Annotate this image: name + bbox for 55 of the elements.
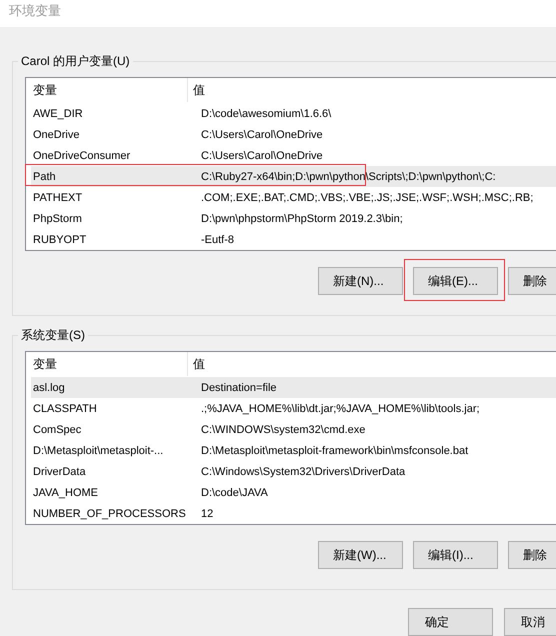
variable-value: D:\pwn\phpstorm\PhpStorm 2019.2.3\bin;	[200, 212, 403, 224]
variable-value: -Eutf-8	[200, 234, 234, 246]
table-row[interactable]: asl.log Destination=file	[31, 377, 556, 398]
variable-name: CLASSPATH	[32, 402, 98, 414]
variable-value: D:\Metasploit\metasploit-framework\bin\msfconsole.bat	[200, 444, 468, 456]
dialog-button[interactable]: 编辑(E)...	[413, 267, 498, 295]
dialog-button[interactable]: 删除	[508, 267, 556, 295]
column-header[interactable]: 值	[188, 356, 205, 372]
dialog-button[interactable]: 取消	[504, 608, 556, 636]
table-row[interactable]: PhpStorm D:\pwn\phpstorm\PhpStorm 2019.2.3\bin;	[31, 208, 556, 229]
variable-name: JAVA_HOME	[32, 486, 99, 498]
variable-name: PhpStorm	[32, 212, 83, 224]
variable-value: C:\Windows\System32\Drivers\DriverData	[200, 466, 406, 478]
window-title: 环境变量	[0, 0, 556, 27]
column-header[interactable]: 变量	[26, 78, 188, 102]
variable-name: AWE_DIR	[32, 108, 84, 120]
variable-name: OneDriveConsumer	[32, 150, 132, 162]
variable-name: NUMBER_OF_PROCESSORS	[32, 508, 187, 520]
variable-value: Destination=file	[200, 382, 277, 394]
variable-name: asl.log	[32, 382, 66, 394]
variable-name: OneDrive	[32, 128, 80, 140]
variable-name: D:\Metasploit\metasploit-...	[32, 444, 164, 456]
table-row[interactable]: OneDriveConsumer C:\Users\Carol\OneDrive	[31, 145, 556, 166]
table-row[interactable]: OneDrive C:\Users\Carol\OneDrive	[31, 124, 556, 145]
variable-name: ComSpec	[32, 424, 82, 436]
table-row[interactable]: D:\Metasploit\metasploit-... D:\Metasploit\metasploit-framework\bin\msfconsole.bat	[31, 440, 556, 461]
variable-value: .COM;.EXE;.BAT;.CMD;.VBS;.VBE;.JS;.JSE;.WSF;.WSH;.MSC;.RB;	[200, 192, 534, 204]
table-row[interactable]: JAVA_HOME D:\code\JAVA	[31, 482, 556, 503]
table-row[interactable]: NUMBER_OF_PROCESSORS 12	[31, 503, 556, 524]
dialog-button[interactable]: 新建(N)...	[318, 267, 403, 295]
variable-name: PATHEXT	[32, 192, 84, 204]
variable-name: DriverData	[32, 466, 87, 478]
variable-value: .;%JAVA_HOME%\lib\dt.jar;%JAVA_HOME%\lib\tools.jar;	[200, 402, 480, 414]
group-title: Carol 的用户变量(U)	[20, 53, 131, 70]
table-row[interactable]: DriverData C:\Windows\System32\Drivers\DriverData	[31, 461, 556, 482]
group-title: 系统变量(S)	[20, 327, 86, 344]
variable-value: 12	[200, 508, 214, 520]
column-header[interactable]: 变量	[26, 352, 188, 376]
table-row[interactable]: RUBYOPT -Eutf-8	[31, 229, 556, 250]
variable-name: Path	[32, 170, 57, 182]
table-row[interactable]: AWE_DIR D:\code\awesomium\1.6.6\	[31, 103, 556, 124]
column-header[interactable]: 值	[188, 82, 205, 98]
variable-name: RUBYOPT	[32, 234, 88, 246]
variable-value: D:\code\JAVA	[200, 486, 268, 498]
dialog-button[interactable]: 编辑(I)...	[413, 541, 498, 569]
variable-value: C:\Users\Carol\OneDrive	[200, 128, 323, 140]
table-row[interactable]: CLASSPATH .;%JAVA_HOME%\lib\dt.jar;%JAVA_HOME%\lib\tools.jar;	[31, 398, 556, 419]
variable-value: C:\WINDOWS\system32\cmd.exe	[200, 424, 366, 436]
variable-value: C:\Users\Carol\OneDrive	[200, 150, 323, 162]
dialog-button[interactable]: 确定	[408, 608, 493, 636]
table-row[interactable]: ComSpec C:\WINDOWS\system32\cmd.exe	[31, 419, 556, 440]
variable-value: D:\code\awesomium\1.6.6\	[200, 108, 332, 120]
table-row[interactable]: PATHEXT .COM;.EXE;.BAT;.CMD;.VBS;.VBE;.JS;.JSE;.WSF;.WSH;.MSC;.RB;	[31, 187, 556, 208]
dialog-button[interactable]: 删除	[508, 541, 556, 569]
dialog-button[interactable]: 新建(W)...	[318, 541, 403, 569]
